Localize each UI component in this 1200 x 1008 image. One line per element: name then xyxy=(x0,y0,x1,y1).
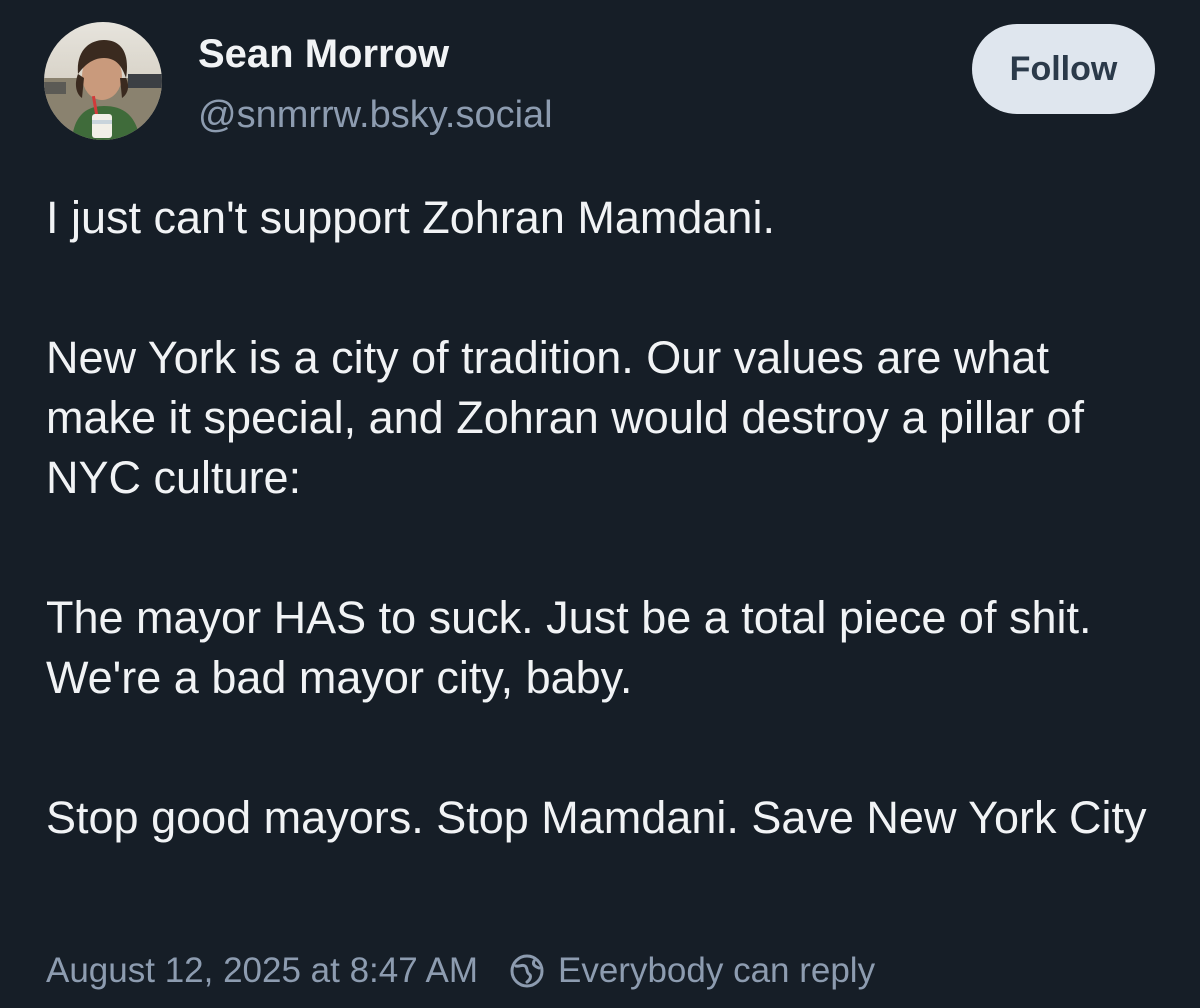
post-timestamp[interactable]: August 12, 2025 at 8:47 AM xyxy=(46,951,478,991)
post-text: I just can't support Zohran Mamdani. New… xyxy=(46,188,1166,848)
avatar-photo xyxy=(44,22,162,140)
post-paragraph: New York is a city of tradition. Our val… xyxy=(46,332,1085,503)
post-meta: August 12, 2025 at 8:47 AM Everybody can… xyxy=(46,948,875,994)
author-handle[interactable]: @snmrrw.bsky.social xyxy=(198,94,553,137)
post-card: Sean Morrow @snmrrw.bsky.social Follow I… xyxy=(0,0,1200,1008)
post-paragraph: The mayor HAS to suck. Just be a total p… xyxy=(46,592,1092,703)
avatar[interactable] xyxy=(44,22,162,140)
follow-button[interactable]: Follow xyxy=(972,24,1155,114)
globe-icon xyxy=(508,952,546,990)
post-paragraph: Stop good mayors. Stop Mamdani. Save New… xyxy=(46,792,1147,843)
author-display-name[interactable]: Sean Morrow xyxy=(198,32,449,77)
reply-setting-label[interactable]: Everybody can reply xyxy=(558,951,875,991)
post-paragraph: I just can't support Zohran Mamdani. xyxy=(46,192,775,243)
